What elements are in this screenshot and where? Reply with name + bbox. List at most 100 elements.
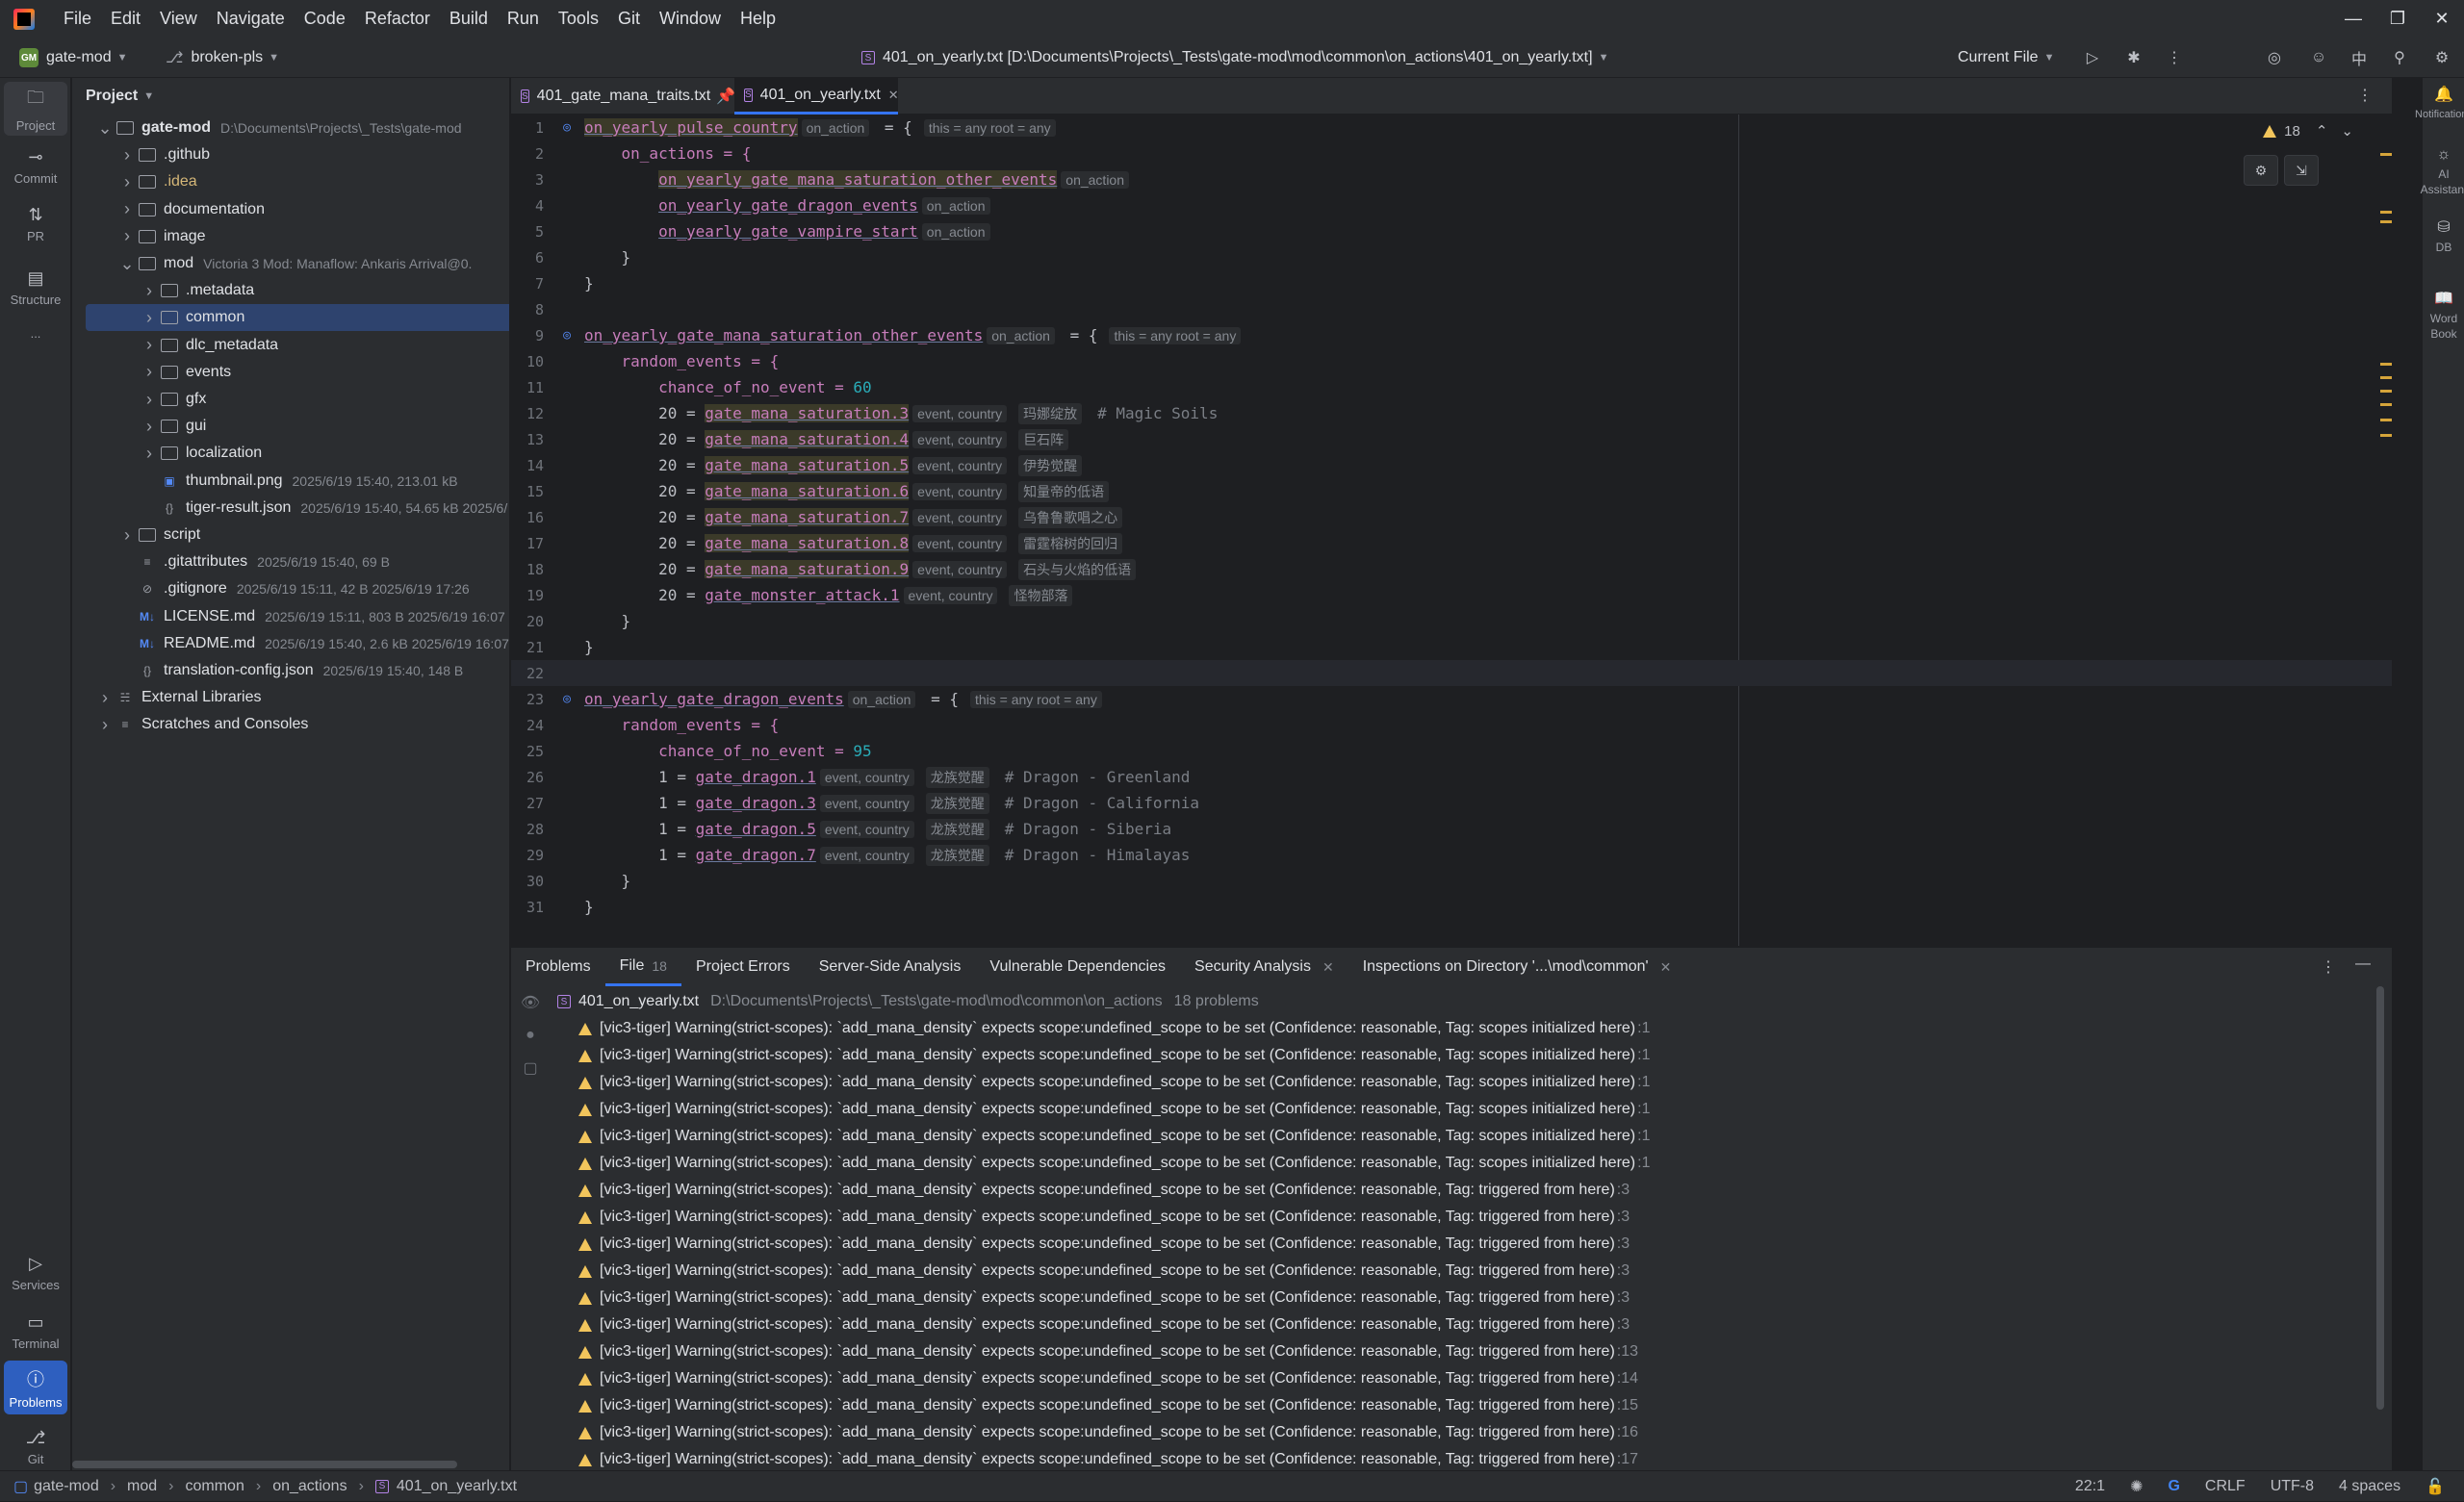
more-tools-button[interactable]: ... — [4, 318, 67, 347]
app-logo-icon[interactable] — [13, 8, 35, 30]
menu-help[interactable]: Help — [731, 0, 785, 38]
chevron-right-icon[interactable]: › — [140, 390, 159, 410]
settings-icon[interactable]: ⚙ — [2431, 47, 2452, 68]
problems-options-icon[interactable]: ⋮ — [2321, 957, 2336, 977]
problems-tab-2[interactable]: Project Errors — [681, 948, 805, 986]
code-token[interactable]: on_yearly_gate_mana_saturation_other_eve… — [658, 170, 1058, 189]
code-token[interactable]: gate_dragon.5 — [696, 820, 816, 838]
problems-tab-6[interactable]: Inspections on Directory '...\mod\common… — [1348, 948, 1686, 986]
code-token[interactable]: gate_dragon.1 — [696, 768, 816, 786]
translate-icon[interactable]: 中 — [2348, 47, 2370, 68]
tree-item-readme-md[interactable]: M↓ README.md 2025/6/19 15:40, 2.6 kB 2025/… — [72, 630, 509, 657]
warning-stripe-mark[interactable] — [2380, 390, 2392, 393]
tree-item-script[interactable]: › script — [72, 522, 509, 548]
branch-switcher[interactable]: ⎇ broken-pls ▼ — [166, 45, 279, 70]
debug-icon[interactable]: ✱ — [2123, 47, 2144, 68]
menu-run[interactable]: Run — [498, 0, 549, 38]
chevron-right-icon[interactable]: › — [117, 145, 137, 165]
notifications-tool-button[interactable]: 🔔 Notifications — [2415, 88, 2464, 122]
problem-row[interactable]: [vic3-tiger] Warning(strict-scopes): `ad… — [578, 1096, 1650, 1123]
warning-stripe-mark[interactable] — [2380, 403, 2392, 406]
file-encoding[interactable]: UTF-8 — [2271, 1478, 2314, 1495]
bulb-icon[interactable]: ● — [511, 1019, 550, 1052]
window-title[interactable]: S 401_on_yearly.txt [D:\Documents\Projec… — [861, 45, 1608, 70]
breadcrumb-item[interactable]: common — [186, 1478, 244, 1495]
search-icon[interactable]: ⚲ — [2389, 47, 2410, 68]
problem-row[interactable]: [vic3-tiger] Warning(strict-scopes): `ad… — [578, 1419, 1638, 1446]
lock-icon[interactable]: 🔓 — [2426, 1477, 2445, 1496]
chevron-right-icon[interactable]: › — [95, 688, 115, 708]
problem-row[interactable]: [vic3-tiger] Warning(strict-scopes): `ad… — [578, 1015, 1650, 1042]
chevron-right-icon[interactable]: › — [140, 335, 159, 355]
database-tool-button[interactable]: ⛁ DB — [2423, 220, 2464, 255]
code-token[interactable]: gate_mana_saturation.4 — [705, 430, 910, 448]
menu-git[interactable]: Git — [608, 0, 650, 38]
chevron-right-icon[interactable]: › — [117, 226, 137, 246]
problem-row[interactable]: [vic3-tiger] Warning(strict-scopes): `ad… — [578, 1069, 1650, 1096]
breadcrumb-item[interactable]: on_actions — [272, 1478, 346, 1495]
account-icon[interactable]: ☺ — [2308, 47, 2329, 68]
override-marker-icon[interactable]: ◎ — [550, 328, 584, 343]
tree-item-license-md[interactable]: M↓ LICENSE.md 2025/6/19 15:11, 803 B 2025/… — [72, 603, 509, 630]
code-token[interactable]: on_yearly_gate_dragon_events — [658, 196, 918, 215]
project-panel-header[interactable]: Project ▼ — [72, 78, 509, 115]
close-icon[interactable]: ✕ — [2420, 0, 2464, 38]
menu-window[interactable]: Window — [650, 0, 731, 38]
warning-stripe-mark[interactable] — [2380, 220, 2392, 223]
problem-row[interactable]: [vic3-tiger] Warning(strict-scopes): `ad… — [578, 1177, 1630, 1204]
problems-tab-1[interactable]: File 18 — [604, 948, 681, 986]
problem-row[interactable]: [vic3-tiger] Warning(strict-scopes): `ad… — [578, 1311, 1630, 1338]
terminal-tool-button[interactable]: ▭ Terminal — [4, 1305, 67, 1359]
code-token[interactable]: on_yearly_gate_mana_saturation_other_eve… — [584, 326, 983, 344]
breadcrumb-item[interactable]: gate-mod — [34, 1478, 99, 1495]
problems-tab-3[interactable]: Server-Side Analysis — [805, 948, 976, 986]
tree-item--gitattributes[interactable]: ≡ .gitattributes 2025/6/19 15:40, 69 B — [72, 548, 509, 575]
problems-tab-0[interactable]: Problems — [511, 948, 605, 986]
problems-tool-button[interactable]: ⓘ Problems — [4, 1361, 67, 1414]
warning-stripe-mark[interactable] — [2380, 153, 2392, 156]
services-tool-button[interactable]: ▷ Services — [4, 1246, 67, 1300]
indent-setting[interactable]: 4 spaces — [2339, 1478, 2400, 1495]
code-token[interactable]: on_yearly_gate_vampire_start — [658, 222, 918, 241]
project-tool-button[interactable]: 🗀 Project — [4, 82, 67, 136]
code-token[interactable]: gate_mana_saturation.5 — [705, 456, 910, 474]
close-tab-icon[interactable]: ✕ — [1322, 959, 1334, 976]
tree-item-translation-config-json[interactable]: {} translation-config.json 2025/6/19 15:40… — [72, 657, 509, 684]
chevron-right-icon[interactable]: › — [95, 715, 115, 735]
chevron-right-icon[interactable]: › — [140, 308, 159, 328]
chevron-down-icon[interactable]: ⌄ — [117, 254, 137, 274]
problem-row[interactable]: [vic3-tiger] Warning(strict-scopes): `ad… — [578, 1123, 1650, 1150]
warning-stripe-mark[interactable] — [2380, 419, 2392, 421]
tree-item-localization[interactable]: › localization — [72, 440, 509, 467]
problems-file-node[interactable]: S 401_on_yearly.txt D:\Documents\Project… — [557, 988, 1259, 1015]
problem-row[interactable]: [vic3-tiger] Warning(strict-scopes): `ad… — [578, 1446, 1638, 1473]
code-token[interactable]: gate_mana_saturation.7 — [705, 508, 910, 526]
line-separator[interactable]: CRLF — [2205, 1478, 2246, 1495]
preview-icon[interactable]: ▢ — [511, 1052, 550, 1084]
tree-item--github[interactable]: › .github — [72, 141, 509, 168]
breadcrumb-item[interactable]: mod — [127, 1478, 157, 1495]
structure-tool-button[interactable]: ▤ Structure — [4, 261, 67, 315]
warning-stripe-mark[interactable] — [2380, 376, 2392, 379]
copilot-icon[interactable]: ◎ — [2264, 47, 2285, 68]
problem-row[interactable]: [vic3-tiger] Warning(strict-scopes): `ad… — [578, 1338, 1638, 1365]
problem-row[interactable]: [vic3-tiger] Warning(strict-scopes): `ad… — [578, 1150, 1650, 1177]
run-config-selector[interactable]: Current File ▼ — [1958, 45, 2054, 70]
tree-item-external-libraries[interactable]: › ☵ External Libraries — [72, 684, 509, 711]
tree-item-scratches-and-consoles[interactable]: › ≡ Scratches and Consoles — [72, 711, 509, 738]
tabs-more-icon[interactable]: ⋮ — [2357, 86, 2373, 105]
tree-item--metadata[interactable]: › .metadata — [72, 277, 509, 304]
pr-tool-button[interactable]: ⇅ PR — [4, 197, 67, 251]
inspection-widget[interactable]: 18 ⌃ ⌄ — [2263, 122, 2353, 140]
tree-item-image[interactable]: › image — [72, 223, 509, 250]
tree-item-events[interactable]: › events — [72, 359, 509, 386]
code-token[interactable]: on_yearly_pulse_country — [584, 118, 798, 137]
chevron-right-icon[interactable]: › — [140, 281, 159, 301]
close-tab-icon[interactable]: ✕ — [888, 88, 899, 103]
git-tool-button[interactable]: ⎇ Git — [4, 1420, 67, 1474]
ai-status-icon[interactable]: ✺ — [2130, 1477, 2143, 1496]
tree-item-common[interactable]: › common — [86, 304, 509, 332]
code-token[interactable]: gate_mana_saturation.8 — [705, 534, 910, 552]
warning-stripe-mark[interactable] — [2380, 363, 2392, 366]
problems-scrollbar[interactable] — [2376, 986, 2384, 1410]
